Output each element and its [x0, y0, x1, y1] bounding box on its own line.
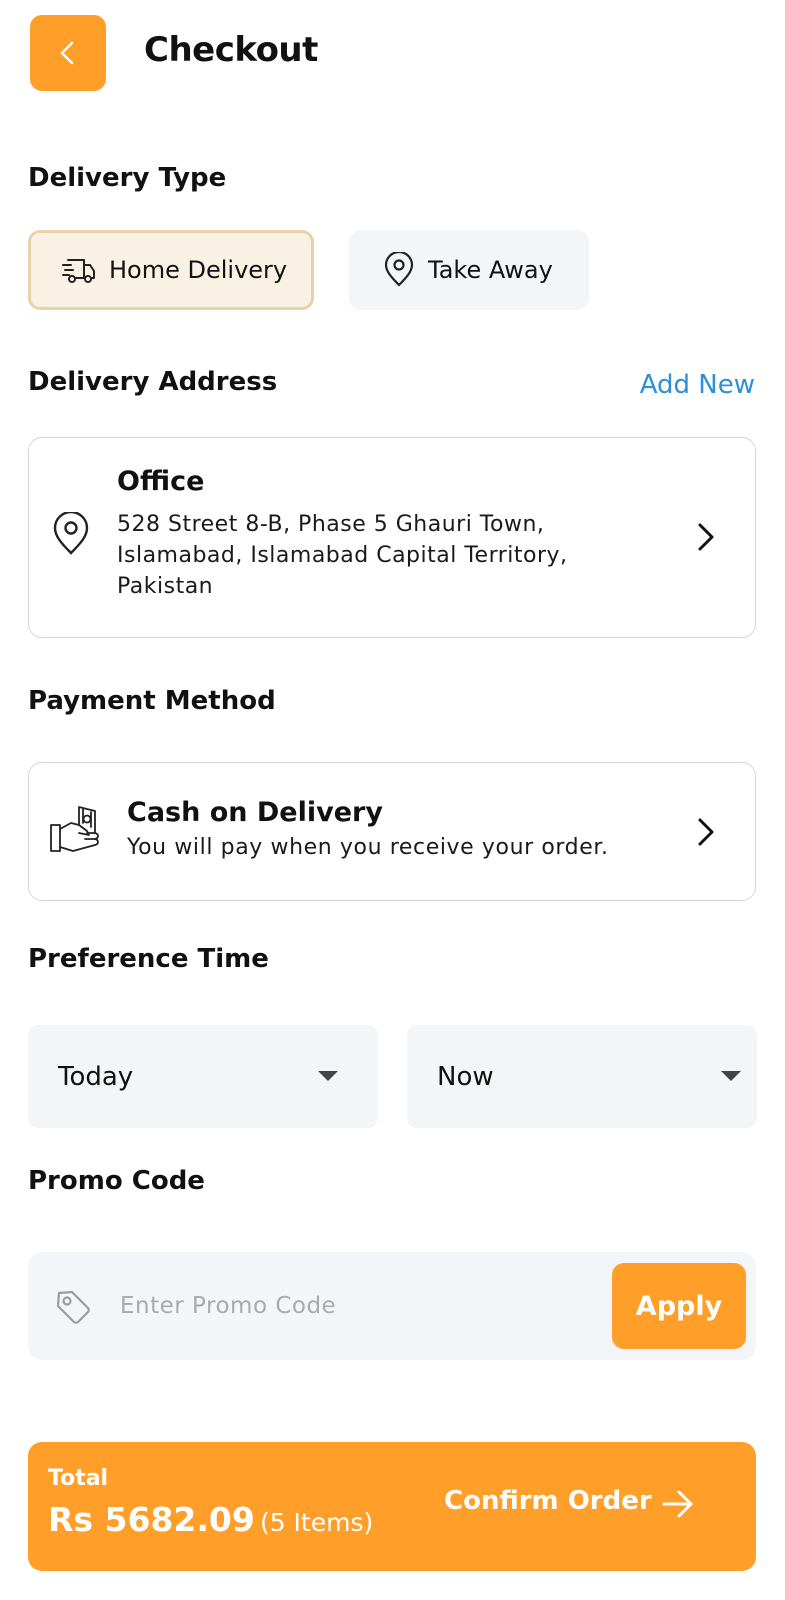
total-label: Total	[48, 1466, 109, 1491]
tag-icon	[56, 1290, 90, 1324]
confirm-order-bar[interactable]: Total Rs 5682.09 (5 Items) Confirm Order	[28, 1442, 756, 1571]
payment-method-card[interactable]: Cash on Delivery You will pay when you r…	[28, 762, 756, 901]
payment-method-heading: Payment Method	[28, 686, 276, 716]
address-text: 528 Street 8-B, Phase 5 Ghauri Town, Isl…	[117, 509, 677, 602]
address-name: Office	[117, 466, 205, 497]
caret-down-icon	[318, 1071, 338, 1081]
promo-code-input[interactable]	[118, 1282, 562, 1330]
caret-down-icon	[721, 1071, 741, 1081]
total-amount: Rs 5682.09	[48, 1500, 255, 1539]
home-delivery-label: Home Delivery	[109, 256, 288, 284]
delivery-type-heading: Delivery Type	[28, 163, 227, 193]
address-line-1: 528 Street 8-B, Phase 5 Ghauri Town,	[117, 512, 545, 537]
payment-method-description: You will pay when you receive your order…	[127, 835, 609, 860]
arrow-right-icon	[662, 1490, 693, 1518]
total-value: Rs 5682.09 (5 Items)	[48, 1500, 373, 1539]
promo-code-heading: Promo Code	[28, 1166, 205, 1196]
add-new-address-link[interactable]: Add New	[640, 370, 755, 400]
take-away-label: Take Away	[428, 256, 553, 284]
payment-method-title: Cash on Delivery	[127, 797, 383, 828]
promo-code-box: Apply	[28, 1252, 756, 1360]
chevron-right-icon	[698, 523, 714, 551]
address-line-3: Pakistan	[117, 574, 214, 599]
back-button[interactable]	[30, 15, 106, 91]
day-select[interactable]: Today	[28, 1025, 378, 1128]
address-card[interactable]: Office 528 Street 8-B, Phase 5 Ghauri To…	[28, 437, 756, 638]
time-select-value: Now	[437, 1061, 494, 1092]
confirm-order-label: Confirm Order	[444, 1486, 652, 1516]
chevron-right-icon	[698, 818, 714, 846]
home-delivery-option[interactable]: Home Delivery	[28, 230, 314, 310]
delivery-address-heading: Delivery Address	[28, 367, 278, 397]
day-select-value: Today	[58, 1061, 134, 1092]
chevron-left-icon	[60, 41, 74, 65]
delivery-truck-icon	[62, 259, 95, 283]
time-select[interactable]: Now	[407, 1025, 757, 1128]
cash-in-hand-icon	[50, 806, 99, 852]
preference-time-heading: Preference Time	[28, 944, 269, 974]
location-pin-icon	[53, 512, 89, 555]
address-line-2: Islamabad, Islamabad Capital Territory,	[117, 543, 568, 568]
page-title: Checkout	[144, 30, 318, 70]
take-away-option[interactable]: Take Away	[349, 230, 589, 310]
apply-promo-button[interactable]: Apply	[612, 1263, 746, 1349]
location-pin-icon	[384, 252, 414, 287]
items-count: (5 Items)	[259, 1508, 374, 1537]
